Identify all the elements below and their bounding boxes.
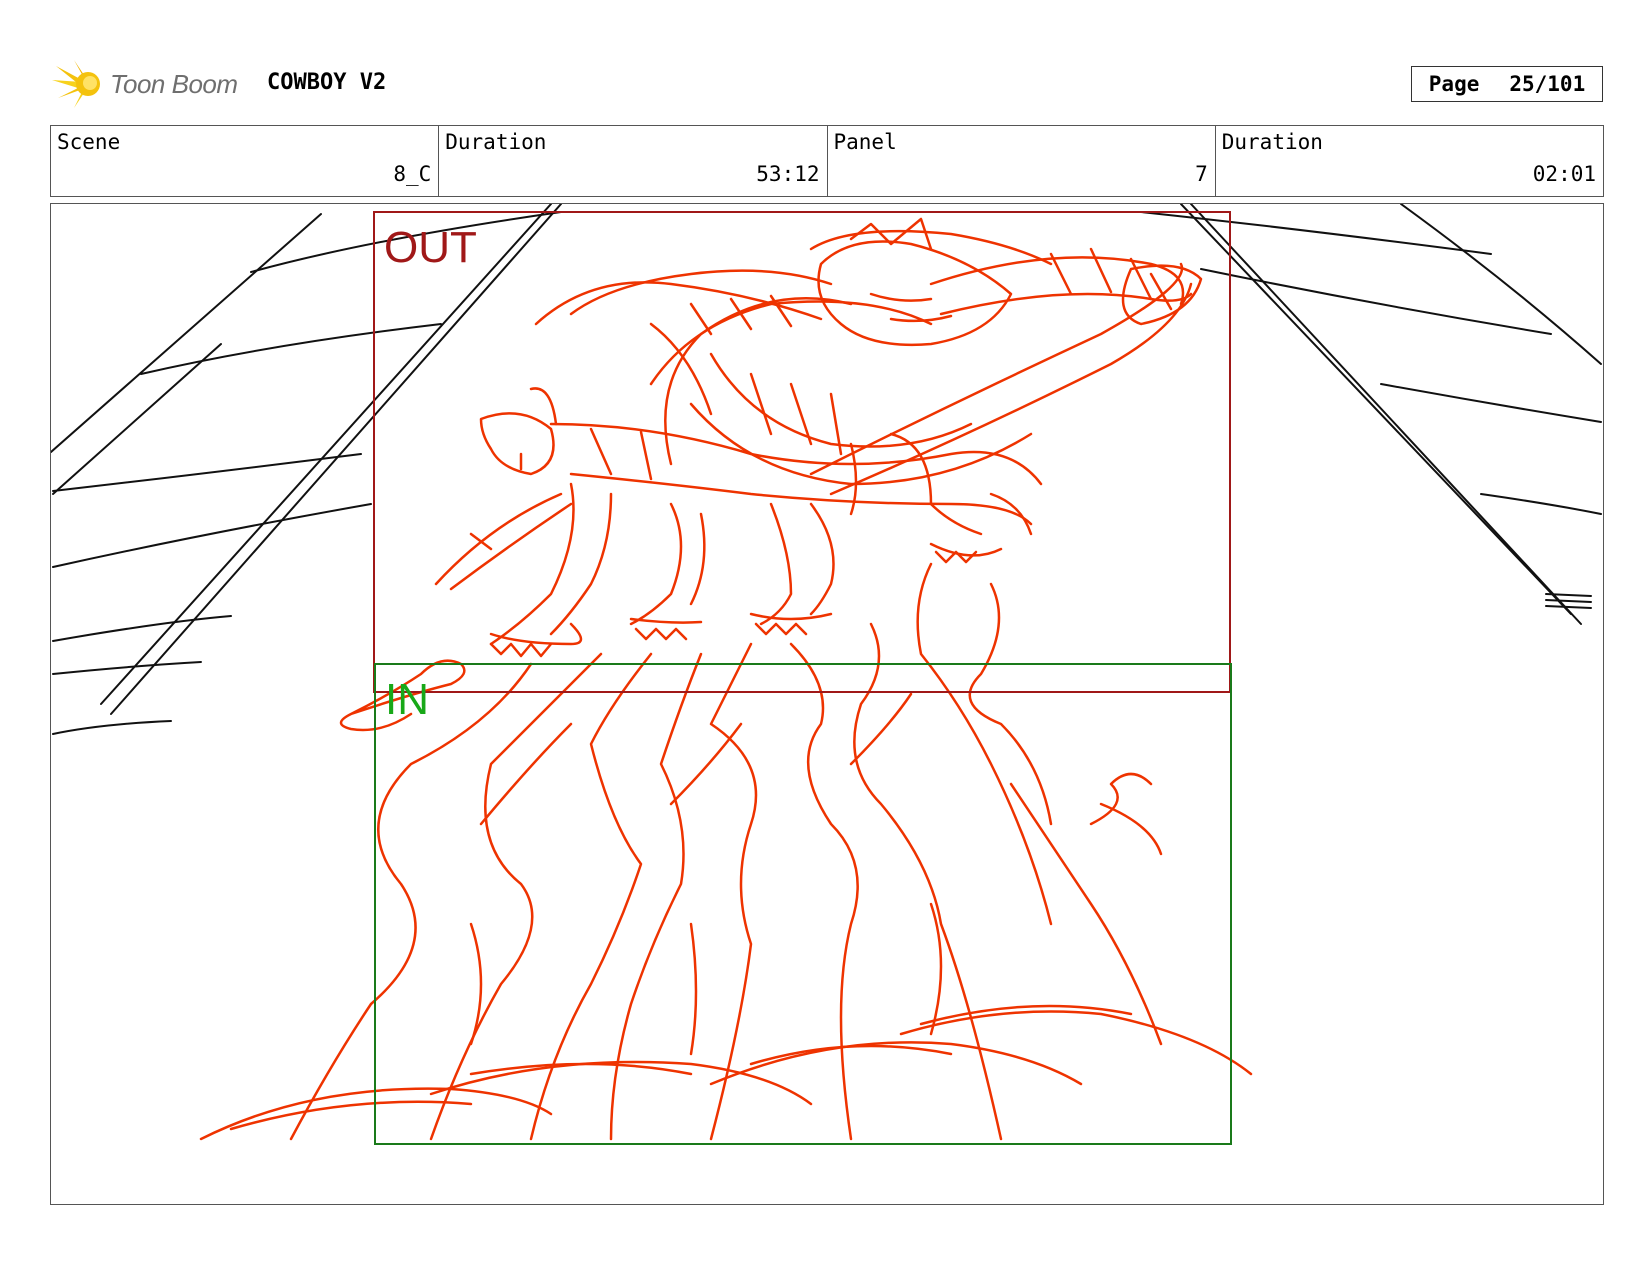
scene-cell: Scene 8_C	[51, 126, 440, 196]
character-sketch	[199, 217, 1253, 1141]
scene-duration-label: Duration	[445, 130, 547, 154]
logo-text: Toon Boom	[110, 69, 238, 99]
info-table: Scene 8_C Duration 53:12 Panel 7 Duratio…	[50, 125, 1604, 197]
toon-boom-logo: Toon Boom	[52, 58, 252, 112]
in-frame	[374, 663, 1232, 1145]
out-frame	[373, 211, 1231, 693]
panel-drawing	[51, 204, 1602, 1145]
panel-label: Panel	[833, 130, 897, 154]
page-number: 25/101	[1509, 72, 1586, 96]
logo-burst-icon	[52, 60, 100, 108]
panel-duration-cell: Duration 02:01	[1216, 126, 1603, 196]
page-label: Page	[1428, 72, 1480, 96]
storyboard-header: Toon Boom COWBOY V2 Page 25/101	[0, 0, 1650, 120]
scene-duration-cell: Duration 53:12	[439, 126, 828, 196]
panel-value: 7	[1195, 162, 1208, 186]
scene-label: Scene	[57, 130, 121, 154]
panel-cell: Panel 7	[828, 126, 1216, 196]
page-indicator: Page 25/101	[1411, 66, 1603, 102]
in-frame-label: IN	[385, 675, 429, 724]
panel-duration-value: 02:01	[1532, 162, 1596, 186]
scene-duration-value: 53:12	[756, 162, 820, 186]
project-title: COWBOY V2	[267, 70, 387, 95]
panel-duration-label: Duration	[1221, 130, 1323, 154]
scene-value: 8_C	[393, 162, 432, 186]
out-frame-label: OUT	[384, 223, 477, 272]
storyboard-panel: OUT IN	[50, 203, 1604, 1205]
